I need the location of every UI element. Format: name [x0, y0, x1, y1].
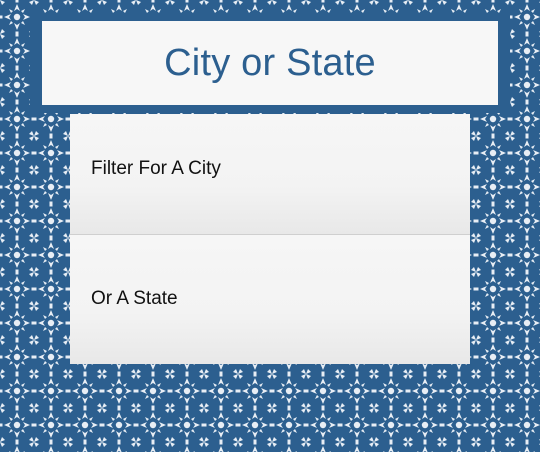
menu-item-filter-city[interactable]: Filter For A City	[70, 114, 470, 235]
header-banner: City or State	[30, 13, 510, 113]
menu-item-label: Or A State	[91, 288, 178, 309]
header-panel: City or State	[42, 21, 498, 105]
page-title: City or State	[164, 41, 376, 84]
menu-list: Filter For A City Or A State	[70, 114, 470, 364]
menu-item-label: Filter For A City	[91, 158, 221, 179]
menu-item-state[interactable]: Or A State	[70, 235, 470, 364]
